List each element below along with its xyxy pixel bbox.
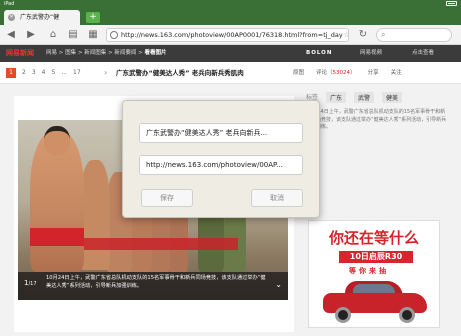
tab-strip: ✕ 广东武警办“健 + — [0, 8, 461, 25]
new-tab-button[interactable]: + — [86, 12, 100, 23]
pager-item[interactable]: 2 — [22, 62, 26, 84]
breadcrumb-item[interactable]: 网易 — [46, 50, 57, 56]
car-window — [353, 284, 395, 293]
photo-total: 17 — [30, 281, 37, 287]
bookmark-star-icon[interactable]: ☆ — [343, 29, 348, 41]
photo-pager: 1 2 3 4 5 ... 17 — [6, 62, 81, 84]
battery-indicator — [446, 1, 457, 6]
photo-head — [44, 126, 70, 156]
pager-item[interactable]: 3 — [32, 62, 36, 84]
sidebar: 标签 广东 武警 健美 10月24日上午，武警广东省总队机动支队的15名军事骨干… — [300, 90, 454, 330]
tag-list: 标签 广东 武警 健美 — [300, 90, 454, 105]
carrier-label: iPad — [4, 1, 15, 7]
tag-item[interactable]: 健美 — [382, 92, 403, 103]
ad-cta: 等你来抽 — [349, 267, 389, 275]
browser-tab[interactable]: ✕ 广东武警办“健 — [4, 10, 80, 25]
photo-counter: 1/17 — [24, 279, 37, 287]
forward-icon[interactable]: ▶ — [24, 28, 38, 42]
caption-text: 10月24日上午，武警广东省总队机动支队的15名军事骨干和新兵同场竞技，该支队通… — [46, 275, 266, 289]
ad-brand-link[interactable]: BOLON — [306, 45, 332, 62]
pager-item[interactable]: 5 — [51, 62, 55, 84]
site-header: 网易新闻 网易 > 图集 > 新闻图集 > 新闻要闻 > 看看图片 BOLON … — [0, 45, 461, 62]
pager-ellipsis: ... — [61, 69, 68, 76]
tabs-icon[interactable]: ▦ — [86, 28, 100, 42]
pager-item[interactable]: 4 — [42, 62, 46, 84]
article-title: 广东武警办“健美达人秀” 老兵向新兵秀肌肉 — [116, 69, 244, 77]
url-text: http://news.163.com/photoview/00AP0001/7… — [121, 31, 343, 39]
battery-icon — [446, 1, 457, 6]
battery-level — [448, 3, 455, 4]
breadcrumb-current: 看看图片 — [144, 50, 167, 56]
pager-current[interactable]: 1 — [6, 68, 16, 78]
status-bar: iPad — [0, 0, 461, 8]
ad-headline: 你还在等什么 — [328, 229, 419, 247]
bookmark-title-field[interactable] — [139, 123, 303, 143]
save-button[interactable]: 保存 — [141, 189, 193, 207]
add-bookmark-dialog: 保存 取消 — [122, 100, 320, 218]
next-page-icon[interactable]: › — [104, 62, 107, 84]
share-button[interactable]: 分享 — [368, 62, 379, 84]
collapse-caption-icon[interactable]: ⌄ — [275, 281, 282, 289]
search-icon: ⌕ — [381, 30, 386, 39]
photo-caption: 1/17 10月24日上午，武警广东省总队机动支队的15名军事骨干和新兵同场竞技… — [18, 272, 288, 300]
comments-label: 评论 — [316, 70, 328, 76]
home-icon[interactable]: ⌂ — [46, 28, 60, 42]
photo-figure — [80, 160, 110, 270]
breadcrumb-item[interactable]: 新闻要闻 — [114, 50, 136, 56]
car-wheel — [399, 307, 415, 323]
car-image — [323, 279, 427, 323]
globe-icon — [110, 31, 118, 39]
breadcrumb-item[interactable]: 新闻图集 — [84, 50, 106, 56]
gallery-button[interactable]: 原图 — [293, 62, 304, 84]
article-tools: 原图 评论（53024） 分享 关注 — [293, 62, 402, 84]
photo-figure-main — [30, 126, 84, 272]
pager-item[interactable]: 17 — [73, 62, 81, 84]
breadcrumb: 网易 > 图集 > 新闻图集 > 新闻要闻 > 看看图片 — [46, 50, 167, 56]
comments-count: 53024 — [332, 70, 351, 76]
tab-title: 广东武警办“健 — [20, 14, 60, 21]
bookmarks-icon[interactable]: ▤ — [66, 28, 80, 42]
address-bar[interactable]: http://news.163.com/photoview/00AP0001/7… — [106, 28, 349, 42]
photo-shorts-row — [78, 238, 238, 250]
breadcrumb-item[interactable]: 图集 — [65, 50, 76, 56]
bookmark-url-field[interactable] — [139, 155, 303, 175]
navigation-bar: ◀ ▶ ⌂ ▤ ▦ http://news.163.com/photoview/… — [0, 25, 461, 45]
close-tab-icon[interactable]: ✕ — [8, 14, 15, 21]
sidebar-description: 10月24日上午，武警广东省总队机动支队的15名军事骨干和新兵同场竞技，该支队通… — [306, 109, 447, 130]
car-advertisement[interactable]: 你还在等什么 10日启辰R30 等你来抽 — [308, 220, 440, 328]
tag-item[interactable]: 广东 — [326, 92, 347, 103]
article-title-bar: 1 2 3 4 5 ... 17 › 广东武警办“健美达人秀” 老兵向新兵秀肌肉… — [0, 62, 461, 84]
search-input[interactable]: ⌕ — [376, 28, 452, 42]
ad-model: 10日启辰R30 — [339, 251, 413, 263]
header-link-video[interactable]: 网易视频 — [360, 45, 382, 62]
header-link-more[interactable]: 点击查看 — [412, 45, 434, 62]
comments-button[interactable]: 评论（53024） — [316, 62, 356, 84]
refresh-icon[interactable]: ↻ — [356, 28, 370, 42]
photo-shorts — [30, 228, 84, 246]
site-logo[interactable]: 网易新闻 — [6, 45, 34, 62]
back-icon[interactable]: ◀ — [4, 28, 18, 42]
car-wheel — [335, 307, 351, 323]
cancel-button[interactable]: 取消 — [251, 189, 303, 207]
follow-button[interactable]: 关注 — [391, 62, 402, 84]
tag-item[interactable]: 武警 — [354, 92, 375, 103]
